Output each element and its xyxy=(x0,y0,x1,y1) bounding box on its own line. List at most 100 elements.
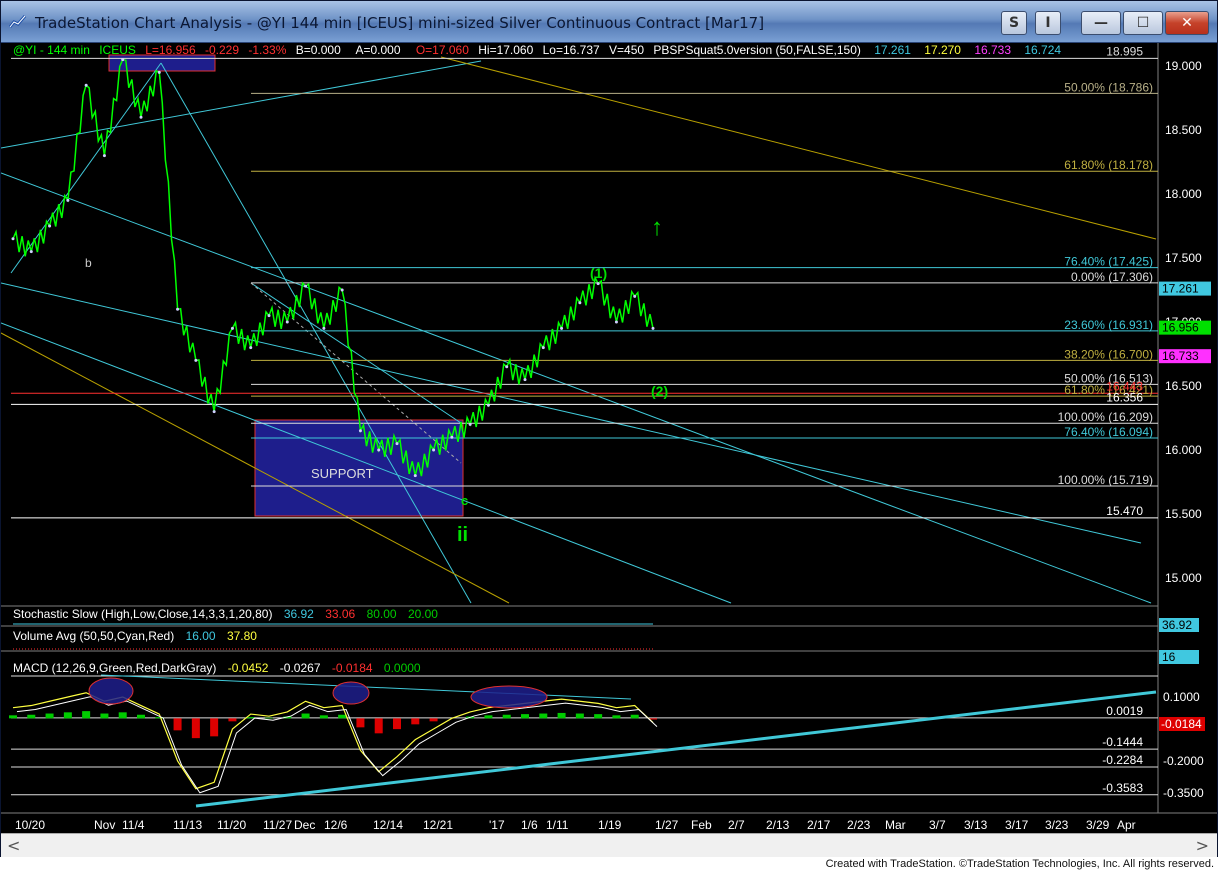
date-axis-label: 12/6 xyxy=(324,818,348,832)
header-v2: 17.270 xyxy=(924,43,961,57)
header-exchange: ICEUS xyxy=(99,43,136,57)
macd-histogram-bar xyxy=(100,713,109,719)
level-label: 18.995 xyxy=(1106,44,1143,58)
price-point xyxy=(11,237,15,241)
date-axis-label: 3/13 xyxy=(964,818,988,832)
price-point xyxy=(121,58,125,62)
date-axis-label: '17 xyxy=(489,818,505,832)
horizontal-scrollbar[interactable]: < > xyxy=(1,833,1217,857)
macd-histogram-bar xyxy=(191,718,200,739)
date-axis-label: 2/23 xyxy=(847,818,871,832)
price-axis-panel xyxy=(1158,43,1217,833)
svg-text:MACD (12,26,9,Green,Red,DarkGr: MACD (12,26,9,Green,Red,DarkGray) -0.045… xyxy=(13,661,421,675)
chart-area[interactable]: SUPPORT b c ii (1) (2) ↑ @YI - 144 min I… xyxy=(1,43,1217,833)
date-axis-label: 3/17 xyxy=(1005,818,1029,832)
macd-histogram-bar xyxy=(228,718,237,722)
title-bar[interactable]: TradeStation Chart Analysis - @YI 144 mi… xyxy=(1,1,1217,43)
macd-histogram-bar xyxy=(612,715,621,719)
macd-highlight xyxy=(470,685,548,709)
scroll-left-arrow-icon[interactable]: < xyxy=(7,836,20,855)
price-point xyxy=(541,346,545,350)
svg-text:Stochastic Slow (High,Low,Clos: Stochastic Slow (High,Low,Close,14,3,3,1… xyxy=(13,607,438,621)
price-axis-label: 18.500 xyxy=(1165,123,1202,137)
scroll-right-arrow-icon[interactable]: > xyxy=(1196,836,1209,855)
price-point xyxy=(157,70,161,74)
date-axis-label: 3/23 xyxy=(1045,818,1069,832)
price-point xyxy=(450,435,454,439)
macd-histogram-bar xyxy=(63,712,72,719)
macd-histogram-bar xyxy=(301,713,310,719)
price-point xyxy=(395,442,399,446)
macd-histogram-bar xyxy=(265,717,273,719)
macd-histogram-bar xyxy=(210,718,219,737)
fib-label: 76.40% (17.425) xyxy=(1064,255,1153,269)
price-point xyxy=(651,326,655,330)
price-point xyxy=(523,378,527,382)
date-axis-label: Feb xyxy=(691,818,712,832)
support-label: SUPPORT xyxy=(311,466,374,481)
date-axis-label: 12/14 xyxy=(373,818,403,832)
date-axis-label: 1/19 xyxy=(598,818,622,832)
copyright-text: Created with TradeStation. ©TradeStation… xyxy=(825,858,1214,870)
price-point xyxy=(377,448,381,452)
up-arrow-icon: ↑ xyxy=(651,214,663,241)
price-axis-label: 16.000 xyxy=(1165,443,1202,457)
price-point xyxy=(614,320,618,324)
price-point xyxy=(212,410,216,414)
maximize-button[interactable]: ☐ xyxy=(1123,11,1163,35)
close-button[interactable]: ✕ xyxy=(1165,11,1209,35)
price-axis-label: 17.500 xyxy=(1165,251,1202,265)
price-tag-text: 17.261 xyxy=(1162,282,1199,296)
header-pct: -1.33% xyxy=(248,43,286,57)
price-point xyxy=(48,224,52,228)
chart-canvas[interactable]: SUPPORT b c ii (1) (2) ↑ @YI - 144 min I… xyxy=(1,43,1217,833)
date-axis-label: 1/11 xyxy=(546,818,569,832)
stoch-label: Stochastic Slow (High,Low,Close,14,3,3,1… xyxy=(13,607,272,621)
date-axis-label: 3/29 xyxy=(1086,818,1110,832)
macd-histogram-bar xyxy=(173,718,182,731)
price-point xyxy=(432,448,436,452)
price-point xyxy=(322,326,326,330)
resistance-zone xyxy=(108,54,216,72)
price-point xyxy=(486,403,490,407)
date-axis-label: 11/13 xyxy=(173,818,202,832)
level-label: 15.470 xyxy=(1106,504,1143,518)
macd-histogram-bar xyxy=(137,714,145,719)
macd-tag-text: -0.0184 xyxy=(1161,717,1202,731)
macd-highlight xyxy=(332,681,370,705)
price-axis-label: 15.000 xyxy=(1165,571,1202,585)
macd-v1: -0.0452 xyxy=(228,661,269,675)
app-window: TradeStation Chart Analysis - @YI 144 mi… xyxy=(0,0,1218,873)
macd-v3: -0.0184 xyxy=(332,661,373,675)
price-point xyxy=(29,250,33,254)
price-point xyxy=(249,346,253,350)
date-axis-label: 1/27 xyxy=(655,818,679,832)
date-axis-label: 11/27 xyxy=(263,818,292,832)
minimize-button[interactable]: — xyxy=(1081,11,1121,35)
macd-histogram-bar xyxy=(594,714,603,719)
date-axis-label: 2/7 xyxy=(728,818,745,832)
macd-histogram-bar xyxy=(411,718,420,725)
volume-tag-text: 16 xyxy=(1162,650,1176,664)
header-low: Lo=16.737 xyxy=(543,43,600,57)
wave-2-label: (2) xyxy=(651,383,668,399)
header-v4: 16.724 xyxy=(1024,43,1061,57)
price-axis-label: 16.500 xyxy=(1165,379,1202,393)
macd-axis-label: -0.3500 xyxy=(1163,786,1204,800)
macd-histogram-bar xyxy=(319,715,328,719)
level-label: 16.443 xyxy=(1106,379,1143,393)
date-axis-label: 10/20 xyxy=(15,818,45,832)
i-menu-button[interactable]: I xyxy=(1035,11,1061,35)
price-point xyxy=(596,282,600,286)
price-point xyxy=(84,83,88,87)
fib-label: 50.00% (18.786) xyxy=(1064,80,1153,94)
s-menu-button[interactable]: S xyxy=(1001,11,1027,35)
wave-ii-label: ii xyxy=(457,524,468,546)
macd-axis-label: 0.1000 xyxy=(1163,690,1200,704)
price-point xyxy=(102,154,106,158)
price-point xyxy=(633,294,637,298)
macd-histogram-bar xyxy=(630,714,639,719)
fib-label: 23.60% (16.931) xyxy=(1064,318,1153,332)
date-axis-label: 12/21 xyxy=(423,818,453,832)
stoch-v4: 20.00 xyxy=(408,607,438,621)
